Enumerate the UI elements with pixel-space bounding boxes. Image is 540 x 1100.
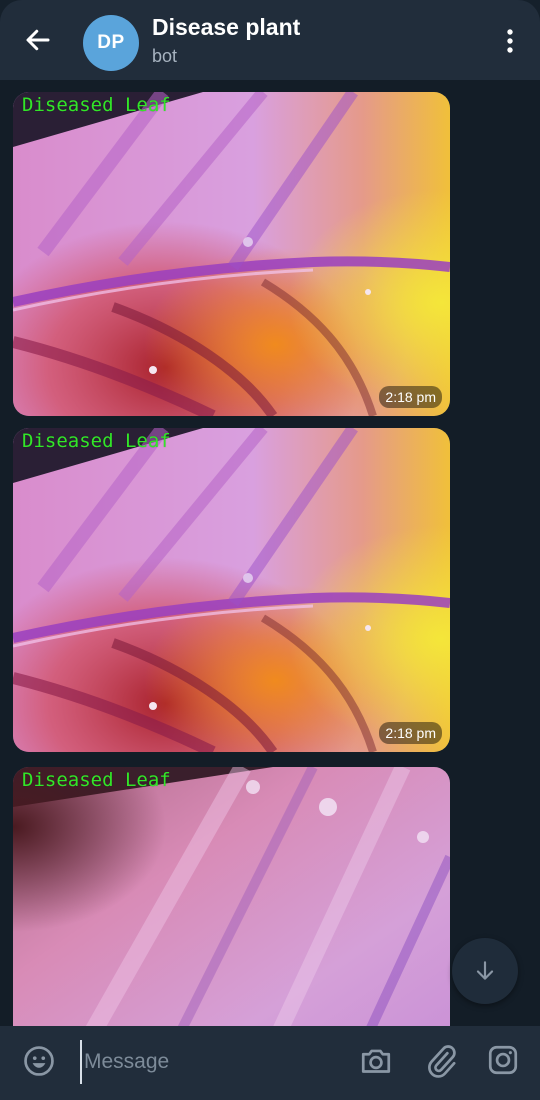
camera-icon bbox=[361, 1049, 391, 1073]
photo-message[interactable]: Diseased Leaf 2:18 pm bbox=[13, 428, 450, 752]
leaf-photo[interactable] bbox=[13, 767, 450, 1026]
telegram-chat-screen: DP Disease plant bot Diseased Leaf 2:18 … bbox=[0, 0, 540, 1100]
menu-button[interactable] bbox=[498, 24, 522, 58]
leaf-image bbox=[13, 92, 450, 416]
photo-label: Diseased Leaf bbox=[22, 94, 171, 116]
message-time: 2:18 pm bbox=[379, 722, 442, 744]
leaf-photo[interactable] bbox=[13, 92, 450, 416]
photo-message[interactable]: Diseased Leaf 2:18 pm bbox=[13, 92, 450, 416]
emoji-button[interactable] bbox=[22, 1044, 56, 1078]
photo-label: Diseased Leaf bbox=[22, 769, 171, 791]
more-vertical-icon bbox=[507, 29, 513, 53]
instagram-icon bbox=[488, 1045, 518, 1075]
scroll-down-button[interactable] bbox=[452, 938, 518, 1004]
instagram-button[interactable] bbox=[486, 1043, 520, 1077]
message-list[interactable]: Diseased Leaf 2:18 pm Diseased Leaf 2:18… bbox=[0, 80, 540, 1026]
chat-subtitle: bot bbox=[152, 46, 178, 66]
message-input[interactable] bbox=[80, 1040, 340, 1084]
leaf-image bbox=[13, 428, 450, 752]
chat-title[interactable]: Disease plant bbox=[152, 14, 300, 41]
chat-header: DP Disease plant bot bbox=[0, 0, 540, 80]
leaf-image bbox=[13, 767, 450, 1026]
photo-label: Diseased Leaf bbox=[22, 430, 171, 452]
avatar-initials: DP bbox=[97, 32, 125, 53]
message-time: 2:18 pm bbox=[379, 386, 442, 408]
arrow-left-icon bbox=[26, 29, 50, 51]
arrow-down-icon bbox=[476, 961, 494, 980]
message-input-bar bbox=[0, 1026, 540, 1100]
leaf-photo[interactable] bbox=[13, 428, 450, 752]
attach-button[interactable] bbox=[424, 1042, 458, 1080]
paperclip-icon bbox=[428, 1045, 456, 1078]
emoji-icon bbox=[24, 1046, 54, 1076]
back-button[interactable] bbox=[20, 22, 56, 58]
camera-button[interactable] bbox=[358, 1043, 394, 1079]
avatar[interactable]: DP bbox=[83, 15, 139, 71]
photo-message[interactable]: Diseased Leaf bbox=[13, 767, 450, 1026]
